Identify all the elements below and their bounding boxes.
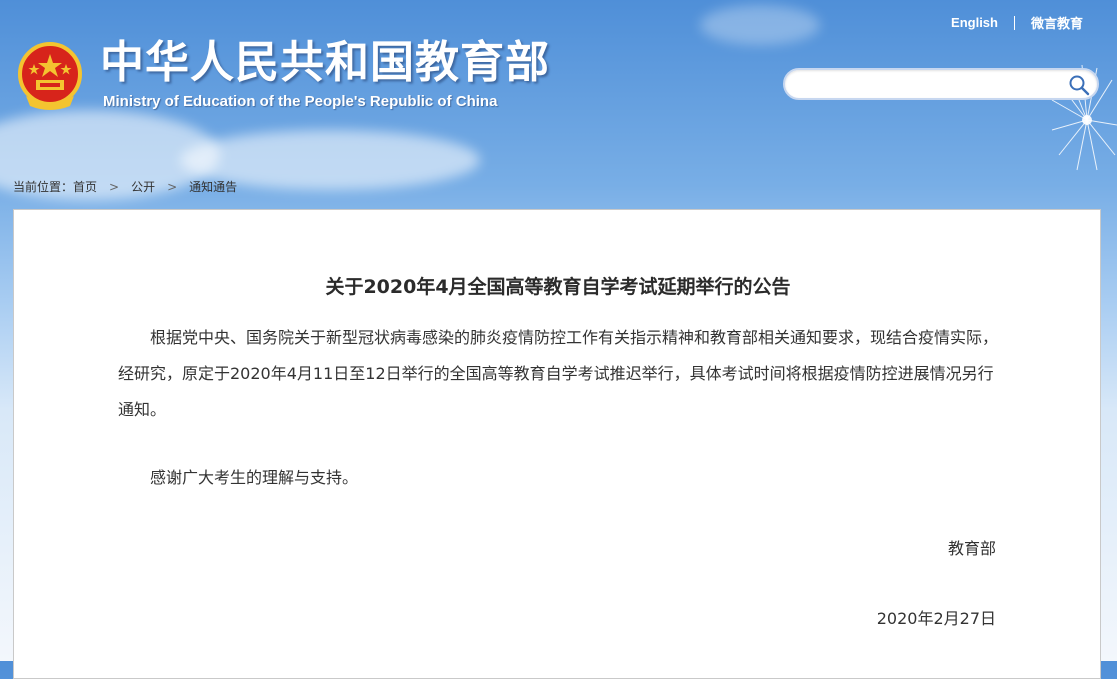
article-paragraph: 根据党中央、国务院关于新型冠状病毒感染的肺炎疫情防控工作有关指示精神和教育部相关… bbox=[118, 328, 999, 419]
cloud-decoration bbox=[700, 5, 820, 45]
breadcrumb-notices[interactable]: 通知通告 bbox=[189, 180, 237, 194]
site-subtitle: Ministry of Education of the People's Re… bbox=[103, 93, 498, 110]
national-emblem-icon bbox=[18, 42, 82, 110]
search-input[interactable] bbox=[799, 74, 1063, 96]
article-title: 关于2020年4月全国高等教育自学考试延期举行的公告 bbox=[325, 276, 791, 298]
search-icon[interactable] bbox=[1067, 73, 1091, 97]
breadcrumb-prefix: 当前位置： bbox=[13, 180, 74, 194]
dandelion-decoration bbox=[1051, 64, 1117, 171]
article-panel: 关于2020年4月全国高等教育自学考试延期举行的公告 根据党中央、国务院关于新型… bbox=[13, 209, 1101, 679]
divider bbox=[1013, 15, 1015, 30]
breadcrumb-public[interactable]: 公开 bbox=[131, 180, 155, 194]
top-links: English 微言教育 bbox=[951, 13, 1083, 32]
breadcrumb: 当前位置：首页 > 公开 > 通知通告 bbox=[13, 178, 237, 195]
article-signature: 教育部 bbox=[947, 539, 996, 558]
site-title: 中华人民共和国教育部 bbox=[100, 37, 550, 88]
site-header: 中华人民共和国教育部 Ministry of Education of the … bbox=[0, 0, 1117, 200]
english-link[interactable]: English bbox=[951, 15, 998, 30]
search-box bbox=[783, 68, 1099, 100]
breadcrumb-home[interactable]: 首页 bbox=[73, 180, 97, 194]
breadcrumb-separator: > bbox=[167, 180, 178, 194]
weibo-link[interactable]: 微言教育 bbox=[1031, 13, 1083, 32]
breadcrumb-separator: > bbox=[109, 180, 120, 194]
article-date: 2020年2月27日 bbox=[876, 609, 996, 628]
article-paragraph: 感谢广大考生的理解与支持。 bbox=[150, 468, 359, 487]
